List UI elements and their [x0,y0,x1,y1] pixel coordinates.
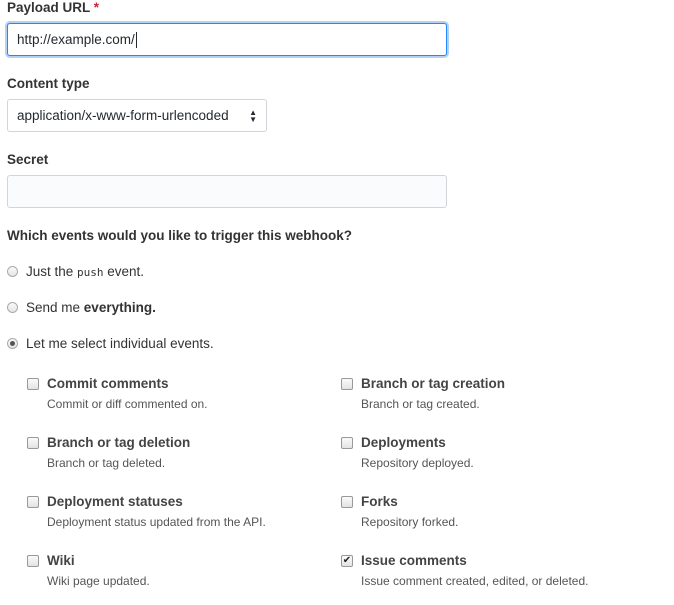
content-type-label: Content type [7,76,90,91]
text: Just the [26,264,78,279]
event-description: Branch or tag created. [361,397,480,411]
checkbox[interactable] [341,496,353,508]
label-text: Payload URL [7,0,91,15]
event-description: Commit or diff commented on. [47,397,208,411]
event-title: Wiki [47,553,75,568]
radio-button[interactable] [7,302,18,313]
text: event. [103,264,145,279]
content-type-select[interactable]: application/x-www-form-urlencoded ▲ ▼ [7,99,267,132]
radio-everything[interactable]: Send me everything. [7,300,156,315]
checkbox[interactable] [27,555,39,567]
event-title: Issue comments [361,553,467,568]
checkmark-icon: ✔ [342,555,352,566]
event-description: Branch or tag deleted. [47,456,166,470]
checkbox[interactable] [341,437,353,449]
text-caret [135,31,137,48]
event-title: Forks [361,494,398,509]
events-question: Which events would you like to trigger t… [7,228,353,243]
checkbox[interactable] [341,378,353,390]
event-title: Deployment statuses [47,494,183,509]
event-title: Commit comments [47,376,169,391]
event-description: Issue comment created, edited, or delete… [361,574,589,588]
radio-label: Let me select individual events. [26,336,214,351]
event-description: Repository forked. [361,515,459,529]
radio-label: Send me everything. [26,300,156,315]
payload-url-input[interactable]: http://example.com/ [7,23,447,56]
event-description: Repository deployed. [361,456,474,470]
checkbox-checked[interactable]: ✔ [341,555,353,567]
content-type-value: application/x-www-form-urlencoded [17,108,229,123]
secret-input[interactable] [7,175,447,208]
event-description: Wiki page updated. [47,574,150,588]
radio-individual[interactable]: Let me select individual events. [7,336,214,351]
event-title: Branch or tag deletion [47,435,191,450]
radio-push[interactable]: Just the push event. [7,264,144,279]
payload-url-label: Payload URL * [7,0,99,15]
checkbox[interactable] [27,496,39,508]
bold-text: everything. [83,300,156,315]
radio-button-selected[interactable] [7,338,18,349]
text: Send me [26,300,84,315]
event-description: Deployment status updated from the API. [47,515,266,529]
radio-dot [10,341,15,346]
radio-label: Just the push event. [26,264,144,279]
select-arrows-icon: ▲ ▼ [249,107,257,124]
checkbox[interactable] [27,437,39,449]
payload-url-value: http://example.com/ [17,32,135,47]
checkbox[interactable] [27,378,39,390]
secret-label: Secret [7,152,49,167]
code-text: push [77,266,104,279]
radio-button[interactable] [7,266,18,277]
required-mark: * [93,0,100,15]
event-title: Branch or tag creation [361,376,506,391]
event-title: Deployments [361,435,446,450]
